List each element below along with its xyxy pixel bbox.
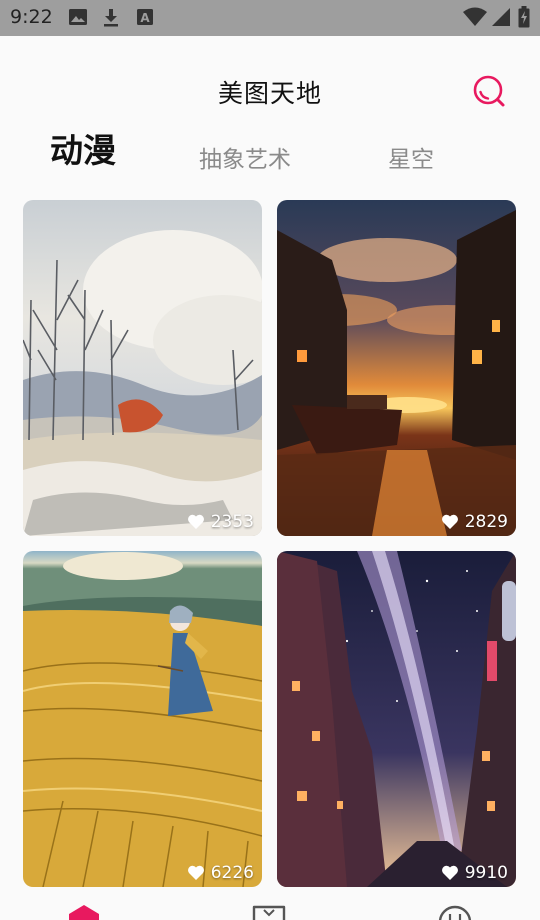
like-count: 6226 bbox=[187, 862, 254, 884]
like-count-value: 2829 bbox=[464, 512, 508, 532]
like-count: 9910 bbox=[441, 862, 508, 884]
status-time: 9:22 bbox=[10, 6, 53, 28]
milky-way-city-image bbox=[277, 551, 516, 887]
tab-abstract-art[interactable]: 抽象艺术 bbox=[199, 140, 291, 174]
app-title: 美图天地 bbox=[217, 79, 322, 108]
tab-anime[interactable]: 动漫 bbox=[50, 124, 116, 172]
wheat-field-girl-image bbox=[23, 551, 262, 887]
winter-landscape-image bbox=[23, 200, 262, 536]
signal-icon bbox=[492, 8, 510, 26]
like-count-value: 2353 bbox=[210, 512, 254, 532]
search-button[interactable] bbox=[472, 74, 506, 108]
battery-charging-icon bbox=[518, 6, 530, 28]
svg-text:A: A bbox=[140, 11, 150, 25]
category-icon[interactable] bbox=[251, 904, 287, 920]
bottom-navigation bbox=[0, 896, 540, 920]
like-count: 2353 bbox=[187, 511, 254, 533]
nav-home[interactable] bbox=[66, 904, 102, 920]
tab-starry-sky[interactable]: 星空 bbox=[388, 140, 434, 174]
like-count: 2829 bbox=[441, 511, 508, 533]
heart-icon[interactable] bbox=[187, 865, 205, 881]
like-count-value: 9910 bbox=[464, 863, 508, 883]
like-count-value: 6226 bbox=[210, 863, 254, 883]
heart-icon[interactable] bbox=[187, 514, 205, 530]
image-card[interactable]: 6226 bbox=[23, 551, 262, 887]
image-card[interactable]: 2353 bbox=[23, 200, 262, 536]
home-icon[interactable] bbox=[66, 904, 102, 920]
nav-category[interactable] bbox=[251, 904, 287, 920]
nav-profile[interactable] bbox=[437, 904, 473, 920]
search-icon[interactable] bbox=[472, 74, 506, 108]
download-icon bbox=[104, 9, 118, 27]
image-card[interactable]: 9910 bbox=[277, 551, 516, 887]
sunset-boat-image bbox=[277, 200, 516, 536]
profile-icon[interactable] bbox=[437, 904, 473, 920]
image-icon bbox=[69, 9, 87, 25]
heart-icon[interactable] bbox=[441, 514, 459, 530]
category-tabs: 动漫 抽象艺术 星空 bbox=[0, 128, 540, 178]
a-badge-icon: A bbox=[137, 9, 153, 25]
status-bar: 9:22 A bbox=[0, 0, 540, 36]
image-card[interactable]: 2829 bbox=[277, 200, 516, 536]
heart-icon[interactable] bbox=[441, 865, 459, 881]
wifi-icon bbox=[463, 7, 487, 26]
